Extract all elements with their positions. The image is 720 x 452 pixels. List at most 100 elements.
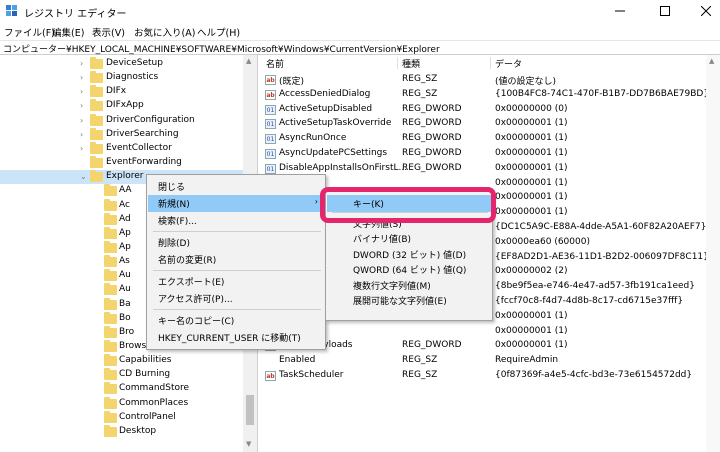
scroll-up-icon[interactable]: ▲ — [246, 57, 251, 65]
tree-item-label: Bo — [119, 312, 131, 323]
tree-item[interactable]: EventForwarding — [0, 156, 245, 170]
value-row[interactable]: 01 AsyncRunOnce REG_DWORD 0x00000001 (1) — [262, 132, 720, 147]
folder-icon — [104, 226, 117, 239]
tree-item[interactable]: CommonPlaces — [0, 396, 245, 411]
folder-icon — [104, 410, 117, 423]
folder-icon — [104, 297, 117, 310]
value-row[interactable]: 01 ActiveSetupTaskOverride REG_DWORD 0x0000… — [262, 117, 720, 132]
value-row[interactable]: 0x00000001 (1) — [262, 325, 720, 340]
value-type: REG_DWORD — [402, 133, 462, 144]
value-row[interactable]: Enabled REG_SZ RequireAdmin — [262, 354, 720, 369]
address-bar[interactable]: コンピューター¥HKEY_LOCAL_MACHINE¥SOFTWARE¥Micr… — [0, 40, 720, 55]
binary-value-icon: 01 — [265, 149, 276, 159]
folder-icon — [104, 212, 117, 225]
folder-icon — [104, 382, 117, 395]
tree-item-label: Au — [119, 284, 131, 295]
chevron-right-icon[interactable]: › — [80, 101, 88, 110]
tree-item[interactable]: › DeviceSetup — [0, 57, 245, 71]
submenu-label: 展開可能な文字列値(E) — [353, 297, 447, 307]
menu-view[interactable]: 表示(V) — [92, 25, 125, 39]
submenu-item[interactable]: バイナリ値(B) — [327, 230, 492, 247]
submenu-item[interactable]: 展開可能な文字列値(E) — [327, 292, 492, 309]
tree-item[interactable]: CommandStore — [0, 382, 245, 396]
chevron-right-icon[interactable]: › — [80, 73, 88, 82]
value-name: Enabled — [279, 355, 316, 366]
context-menu-label: エクスポート(E) — [158, 278, 225, 288]
scroll-up-icon[interactable]: ▲ — [709, 57, 714, 65]
context-menu-item[interactable]: アクセス許可(P)... — [148, 290, 324, 307]
tree-item[interactable]: ControlPanel — [0, 410, 245, 425]
context-menu-item[interactable]: キー名のコピー(C) — [148, 312, 324, 329]
chevron-right-icon[interactable]: › — [80, 130, 88, 139]
context-menu-item[interactable]: HKEY_CURRENT_USER に移動(T) — [148, 329, 324, 346]
folder-icon — [104, 325, 117, 338]
submenu-item[interactable]: DWORD (32 ビット) 値(D) — [327, 246, 492, 263]
tree-item[interactable]: › DriverConfiguration — [0, 113, 245, 128]
tree-item[interactable]: › EventCollector — [0, 141, 245, 156]
value-row[interactable]: 01oamingPayloadsREG_DWORD0x00000001 (1) — [262, 339, 720, 354]
tree-item-label: Ba — [119, 298, 131, 309]
value-data: 0x0000ea60 (60000) — [495, 236, 590, 247]
tree-item[interactable]: › DIFxApp — [0, 99, 245, 113]
tree-item[interactable]: Capabilities — [0, 354, 245, 368]
value-data: 0x00000001 (1) — [495, 148, 568, 158]
chevron-right-icon[interactable]: › — [80, 116, 88, 125]
submenu-item[interactable]: QWORD (64 ビット) 値(Q) — [327, 261, 492, 278]
column-separator[interactable] — [397, 57, 398, 69]
value-row[interactable]: 01 DisableAppInstallsOnFirstL... REG_DWORD… — [262, 162, 720, 177]
menu-file[interactable]: ファイル(F) — [4, 25, 55, 39]
context-menu-item[interactable]: 名前の変更(R) — [148, 251, 324, 268]
tree-item[interactable]: Desktop — [0, 424, 245, 439]
tree-item[interactable]: › DriverSearching — [0, 127, 245, 142]
tree-item[interactable]: CD Burning — [0, 368, 245, 382]
value-row[interactable]: ab AccessDeniedDialog REG_SZ {100B4FC8-74C1… — [262, 88, 720, 103]
context-menu-item[interactable]: エクスポート(E) — [148, 273, 324, 290]
value-row[interactable]: 01 ActiveSetupDisabled REG_DWORD 0x00000000… — [262, 103, 720, 118]
value-name: TaskScheduler — [279, 370, 344, 380]
value-type: REG_DWORD — [402, 118, 462, 129]
scroll-down-icon[interactable]: ▼ — [246, 440, 251, 448]
value-type: REG_DWORD — [402, 103, 462, 114]
menu-favorites[interactable]: お気に入り(A) — [134, 25, 195, 39]
chevron-right-icon[interactable]: › — [80, 87, 88, 96]
chevron-down-icon[interactable]: ⌄ — [80, 172, 88, 181]
column-name-header[interactable]: 名前 — [266, 57, 284, 70]
folder-icon — [104, 311, 117, 324]
binary-value-icon: 01 — [265, 119, 276, 130]
folder-icon — [104, 269, 117, 282]
value-data: 0x00000001 (1) — [495, 325, 568, 336]
minimize-icon — [615, 10, 625, 12]
column-data-header[interactable]: データ — [495, 57, 522, 70]
scroll-thumb[interactable] — [246, 395, 254, 425]
value-data: 0x00000001 (1) — [495, 310, 568, 321]
tree-item-label: Ac — [119, 199, 130, 210]
tree-item-label: DIFx — [106, 86, 127, 97]
menu-help[interactable]: ヘルプ(H) — [197, 25, 240, 39]
chevron-right-icon[interactable]: › — [80, 59, 88, 68]
column-type-header[interactable]: 種類 — [402, 57, 420, 70]
menu-edit[interactable]: 編集(E) — [52, 25, 84, 39]
tree-item-label: DeviceSetup — [106, 58, 163, 68]
submenu-item[interactable]: 複数行文字列値(M) — [327, 277, 492, 294]
value-row[interactable]: ab TaskScheduler REG_SZ {0f87369f-a4e5-4cfc… — [262, 369, 720, 384]
value-row[interactable]: 01 AsyncUpdatePCSettings REG_DWORD 0x000000… — [262, 147, 720, 162]
value-data: {100B4FC8-74C1-470F-B1B7-DD7B6BAE79BD} — [495, 88, 710, 99]
close-button[interactable] — [686, 0, 720, 22]
folder-icon — [90, 156, 103, 169]
folder-icon — [90, 85, 103, 98]
maximize-button[interactable] — [645, 0, 685, 22]
tree-item[interactable]: › Diagnostics — [0, 71, 245, 85]
context-menu-item[interactable]: 検索(F)... — [148, 212, 324, 229]
folder-icon — [90, 127, 103, 140]
column-separator[interactable] — [490, 57, 491, 69]
tree-item-label: DIFxApp — [106, 100, 144, 111]
list-scrollbar[interactable]: ▲ — [706, 55, 720, 452]
value-row[interactable]: ab (既定) REG_SZ (値の設定なし) — [262, 73, 720, 88]
tree-item[interactable]: › DIFx — [0, 85, 245, 99]
context-menu-item[interactable]: 削除(D) — [148, 234, 324, 251]
value-type: REG_SZ — [402, 355, 438, 366]
minimize-button[interactable] — [600, 0, 640, 22]
context-menu-item[interactable]: 閉じる — [148, 178, 324, 195]
context-menu-item[interactable]: 新規(N) › — [148, 195, 324, 212]
chevron-right-icon[interactable]: › — [80, 144, 88, 153]
